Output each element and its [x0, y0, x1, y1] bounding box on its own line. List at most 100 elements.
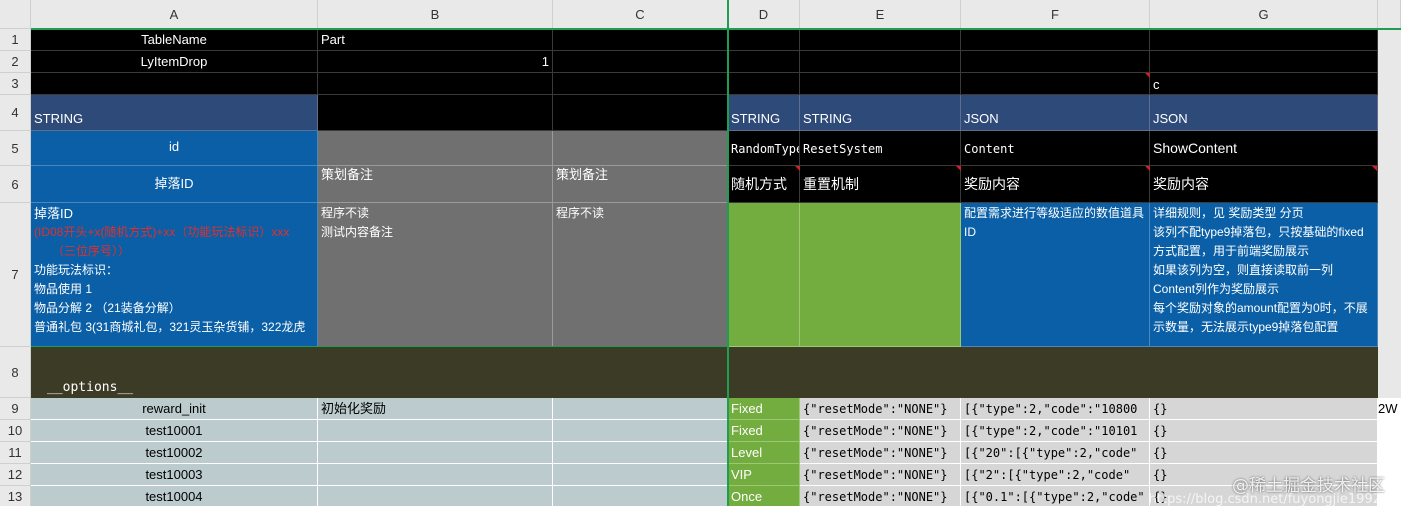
cell-f9[interactable]: [{"type":2,"code":"10800 — [961, 398, 1150, 420]
cell-a11[interactable]: test10002 — [31, 442, 318, 464]
cell-d9[interactable]: Fixed — [728, 398, 800, 420]
column-header-h[interactable] — [1378, 0, 1401, 29]
cell-f10[interactable]: [{"type":2,"code":"10101 — [961, 420, 1150, 442]
cell-b11[interactable] — [318, 442, 553, 464]
row-header-3[interactable]: 3 — [0, 73, 31, 95]
cell-e4[interactable]: STRING — [800, 95, 961, 131]
cell-f5[interactable]: Content — [961, 131, 1150, 166]
cell-a1[interactable]: TableName — [31, 29, 318, 51]
cell-b7[interactable]: 程序不读 测试内容备注 — [318, 203, 553, 347]
cell-f3[interactable] — [961, 73, 1150, 95]
cell-g4[interactable]: JSON — [1150, 95, 1378, 131]
cell-d5[interactable]: RandomType — [728, 131, 800, 166]
row-header-7[interactable]: 7 — [0, 203, 31, 347]
cell-g1[interactable] — [1150, 29, 1378, 51]
cell-d13[interactable]: Once — [728, 486, 800, 506]
cell-c5[interactable] — [553, 131, 728, 166]
cell-c10[interactable] — [553, 420, 728, 442]
column-header-c[interactable]: C — [553, 0, 728, 29]
row-header-2[interactable]: 2 — [0, 51, 31, 73]
cell-d4[interactable]: STRING — [728, 95, 800, 131]
cell-f11[interactable]: [{"20":[{"type":2,"code" — [961, 442, 1150, 464]
row-header-11[interactable]: 11 — [0, 442, 31, 464]
cell-b12[interactable] — [318, 464, 553, 486]
cell-c1[interactable] — [553, 29, 728, 51]
cell-e10[interactable]: {"resetMode":"NONE"} — [800, 420, 961, 442]
cell-d8[interactable] — [728, 347, 1378, 398]
column-header-g[interactable]: G — [1150, 0, 1378, 29]
column-header-b[interactable]: B — [318, 0, 553, 29]
cell-e13[interactable]: {"resetMode":"NONE"} — [800, 486, 961, 506]
cell-e6[interactable]: 重置机制 — [800, 166, 961, 203]
cell-c11[interactable] — [553, 442, 728, 464]
cell-f7[interactable]: 配置需求进行等级适应的数值道具 ID — [961, 203, 1150, 347]
cell-f13[interactable]: [{"0.1":[{"type":2,"code" — [961, 486, 1150, 506]
cell-g5[interactable]: ShowContent — [1150, 131, 1378, 166]
cell-c2[interactable] — [553, 51, 728, 73]
cell-c3[interactable] — [553, 73, 728, 95]
cell-c12[interactable] — [553, 464, 728, 486]
cell-a2[interactable]: LyItemDrop — [31, 51, 318, 73]
row-header-5[interactable]: 5 — [0, 131, 31, 166]
cell-d7[interactable] — [728, 203, 800, 347]
cell-e11[interactable]: {"resetMode":"NONE"} — [800, 442, 961, 464]
cell-a5[interactable]: id — [31, 131, 318, 166]
cell-a7[interactable]: 掉落ID (ID08开头+x(随机方式)+xx（功能玩法标识）xxx （三位序号… — [31, 203, 318, 347]
cell-b6[interactable]: 策划备注 — [318, 166, 553, 203]
cell-a6[interactable]: 掉落ID — [31, 166, 318, 203]
cell-b13[interactable] — [318, 486, 553, 506]
row-header-10[interactable]: 10 — [0, 420, 31, 442]
column-header-e[interactable]: E — [800, 0, 961, 29]
cell-b9[interactable]: 初始化奖励 — [318, 398, 553, 420]
cell-d6[interactable]: 随机方式 — [728, 166, 800, 203]
select-all-corner[interactable] — [0, 0, 31, 29]
cell-a12[interactable]: test10003 — [31, 464, 318, 486]
column-header-d[interactable]: D — [728, 0, 800, 29]
cell-g3[interactable]: c — [1150, 73, 1378, 95]
cell-d1[interactable] — [728, 29, 800, 51]
row-header-8[interactable]: 8 — [0, 347, 31, 398]
row-header-12[interactable]: 12 — [0, 464, 31, 486]
cell-f12[interactable]: [{"2":[{"type":2,"code" — [961, 464, 1150, 486]
cell-b3[interactable] — [318, 73, 553, 95]
cell-d12[interactable]: VIP — [728, 464, 800, 486]
cell-c9[interactable] — [553, 398, 728, 420]
cell-e9[interactable]: {"resetMode":"NONE"} — [800, 398, 961, 420]
cell-b10[interactable] — [318, 420, 553, 442]
cell-e2[interactable] — [800, 51, 961, 73]
row-header-6[interactable]: 6 — [0, 166, 31, 203]
cell-f4[interactable]: JSON — [961, 95, 1150, 131]
cell-a8-options[interactable]: __options__ — [31, 347, 728, 398]
cell-d3[interactable] — [728, 73, 800, 95]
cell-e3[interactable] — [800, 73, 961, 95]
column-header-f[interactable]: F — [961, 0, 1150, 29]
row-header-13[interactable]: 13 — [0, 486, 31, 506]
cell-f1[interactable] — [961, 29, 1150, 51]
cell-a10[interactable]: test10001 — [31, 420, 318, 442]
cell-d11[interactable]: Level — [728, 442, 800, 464]
row-header-4[interactable]: 4 — [0, 95, 31, 131]
cell-e5[interactable]: ResetSystem — [800, 131, 961, 166]
cell-a4[interactable]: STRING — [31, 95, 318, 131]
column-header-a[interactable]: A — [31, 0, 318, 29]
cell-a3[interactable] — [31, 73, 318, 95]
cell-e7[interactable] — [800, 203, 961, 347]
cell-b1[interactable]: Part — [318, 29, 553, 51]
cell-f6[interactable]: 奖励内容 — [961, 166, 1150, 203]
cell-b4[interactable] — [318, 95, 553, 131]
cell-g11[interactable]: {} — [1150, 442, 1378, 464]
cell-c13[interactable] — [553, 486, 728, 506]
cell-g6[interactable]: 奖励内容 — [1150, 166, 1378, 203]
cell-c4[interactable] — [553, 95, 728, 131]
cell-f2[interactable] — [961, 51, 1150, 73]
cell-e12[interactable]: {"resetMode":"NONE"} — [800, 464, 961, 486]
cell-a13[interactable]: test10004 — [31, 486, 318, 506]
cell-c7[interactable]: 程序不读 — [553, 203, 728, 347]
row-header-9[interactable]: 9 — [0, 398, 31, 420]
row-header-1[interactable]: 1 — [0, 29, 31, 51]
cell-e1[interactable] — [800, 29, 961, 51]
cell-d2[interactable] — [728, 51, 800, 73]
cell-g9[interactable]: {} — [1150, 398, 1378, 420]
cell-c6[interactable]: 策划备注 — [553, 166, 728, 203]
cell-b2[interactable]: 1 — [318, 51, 553, 73]
